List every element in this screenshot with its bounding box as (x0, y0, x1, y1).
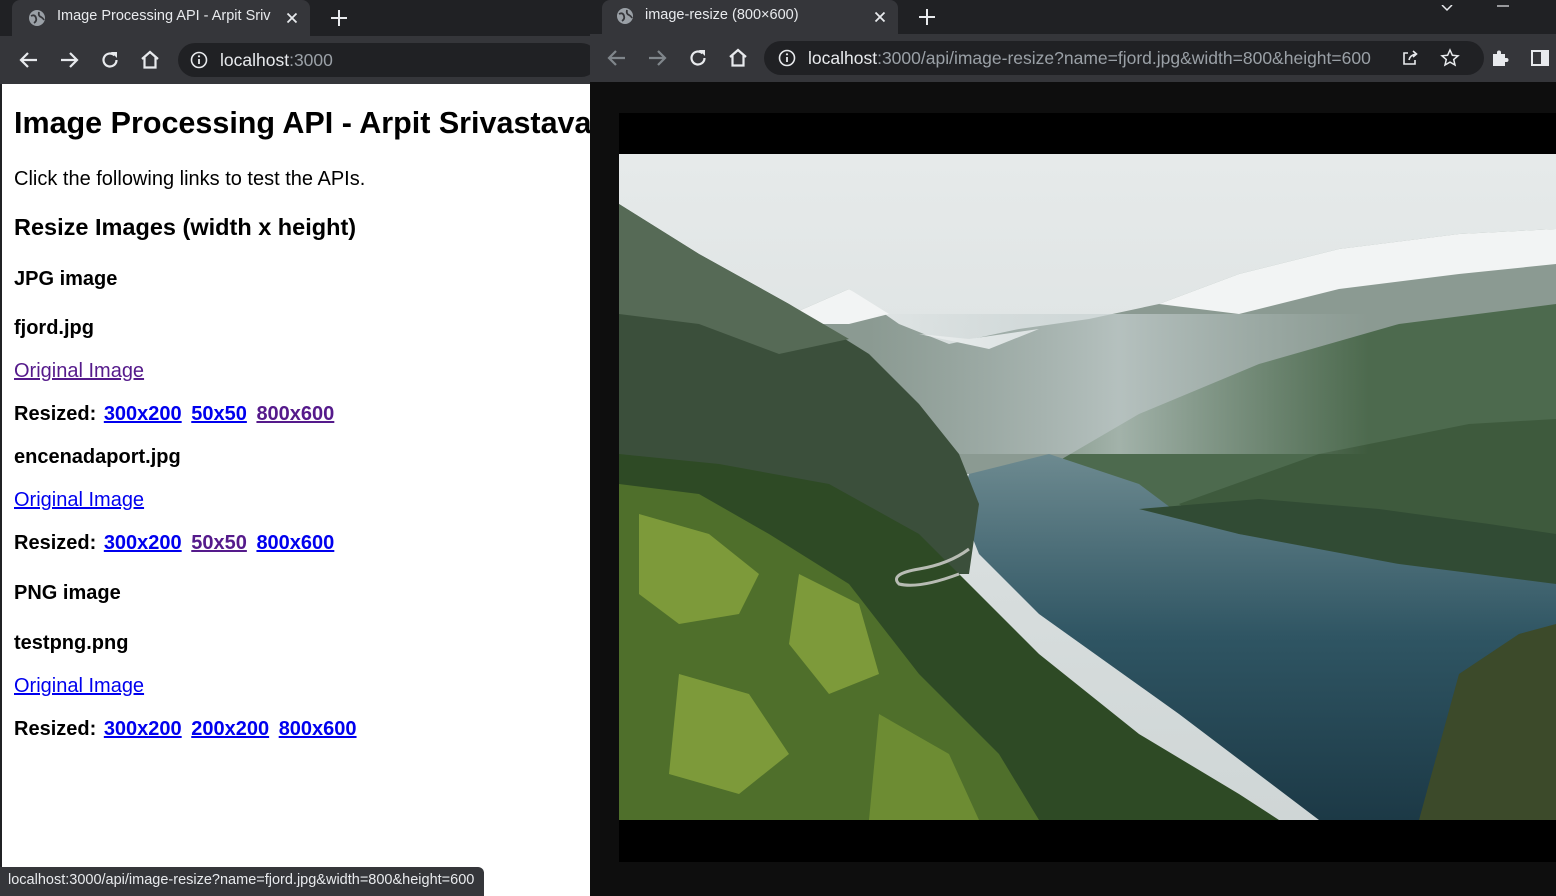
tab-title: image-resize (800×600) (645, 7, 799, 23)
forward-arrow-icon[interactable] (57, 48, 81, 72)
resize-link-300x200[interactable]: 300x200 (104, 532, 182, 554)
resize-link-800x600[interactable]: 800x600 (256, 403, 334, 425)
resize-link-50x50[interactable]: 50x50 (191, 532, 247, 554)
resized-label: Resized: (14, 532, 97, 554)
tab-image-resize[interactable]: image-resize (800×600) (602, 0, 898, 34)
home-icon[interactable] (138, 48, 162, 72)
browser-window-right: image-resize (800×600) localhost:3000/ap… (590, 0, 1556, 896)
reload-icon[interactable] (98, 48, 122, 72)
forward-arrow-icon[interactable] (645, 46, 669, 70)
back-arrow-icon[interactable] (605, 46, 629, 70)
address-url: localhost:3000/api/image-resize?name=fjo… (808, 48, 1371, 68)
info-icon[interactable] (190, 51, 208, 69)
resized-row-fjord: Resized: 300x200 50x50 800x600 (14, 403, 336, 426)
browser-window-left: Image Processing API - Arpit Sriv localh… (0, 0, 590, 896)
resize-link-800x600[interactable]: 800x600 (279, 718, 357, 740)
chevron-down-icon[interactable] (1440, 0, 1454, 12)
image-frame (619, 113, 1556, 862)
resized-label: Resized: (14, 403, 97, 425)
address-bar[interactable]: localhost:3000/api/image-resize?name=fjo… (764, 41, 1484, 75)
tab-strip: image-resize (800×600) (590, 0, 1556, 34)
share-icon[interactable] (1400, 48, 1420, 68)
home-icon[interactable] (726, 46, 750, 70)
page-title: Image Processing API - Arpit Srivastava (14, 106, 590, 140)
back-arrow-icon[interactable] (17, 48, 41, 72)
star-icon[interactable] (1440, 48, 1460, 68)
address-url: localhost:3000 (220, 50, 333, 70)
png-heading: PNG image (14, 582, 121, 604)
tab-strip: Image Processing API - Arpit Sriv (0, 0, 590, 36)
close-icon[interactable] (282, 8, 302, 28)
toolbar: localhost:3000 (0, 36, 590, 84)
original-image-link-fjord[interactable]: Original Image (14, 360, 144, 382)
close-icon[interactable] (870, 7, 890, 27)
resize-link-300x200[interactable]: 300x200 (104, 403, 182, 425)
image-name-testpng: testpng.png (14, 632, 129, 654)
minimize-icon[interactable] (1496, 0, 1510, 8)
resized-row-testpng: Resized: 300x200 200x200 800x600 (14, 718, 359, 741)
section-heading: Resize Images (width x height) (14, 214, 357, 240)
image-name-fjord: fjord.jpg (14, 317, 94, 339)
tab-image-processing-api[interactable]: Image Processing API - Arpit Sriv (12, 0, 310, 36)
new-tab-icon[interactable] (915, 5, 939, 29)
globe-icon (616, 7, 634, 25)
resize-link-200x200[interactable]: 200x200 (191, 718, 269, 740)
original-image-link-testpng[interactable]: Original Image (14, 675, 144, 697)
info-icon[interactable] (778, 49, 796, 67)
intro-text: Click the following links to test the AP… (14, 168, 366, 190)
status-bar-url: localhost:3000/api/image-resize?name=fjo… (0, 867, 485, 896)
resized-label: Resized: (14, 718, 97, 740)
address-bar[interactable]: localhost:3000 (178, 43, 590, 77)
tab-title: Image Processing API - Arpit Sriv (57, 8, 271, 24)
new-tab-icon[interactable] (327, 6, 351, 30)
page-content: Image Processing API - Arpit Srivastava … (0, 84, 590, 896)
toolbar: localhost:3000/api/image-resize?name=fjo… (590, 34, 1556, 82)
resize-link-300x200[interactable]: 300x200 (104, 718, 182, 740)
fjord-photo (619, 154, 1556, 820)
resized-row-encenadaport: Resized: 300x200 50x50 800x600 (14, 532, 336, 555)
puzzle-icon[interactable] (1488, 46, 1512, 70)
resize-link-800x600[interactable]: 800x600 (256, 532, 334, 554)
original-image-link-encenadaport[interactable]: Original Image (14, 489, 144, 511)
resize-link-50x50[interactable]: 50x50 (191, 403, 247, 425)
side-panel-icon[interactable] (1528, 46, 1552, 70)
reload-icon[interactable] (686, 46, 710, 70)
jpg-heading: JPG image (14, 268, 118, 290)
globe-icon (28, 9, 46, 27)
image-viewer (590, 82, 1556, 896)
image-name-encenadaport: encenadaport.jpg (14, 446, 181, 468)
